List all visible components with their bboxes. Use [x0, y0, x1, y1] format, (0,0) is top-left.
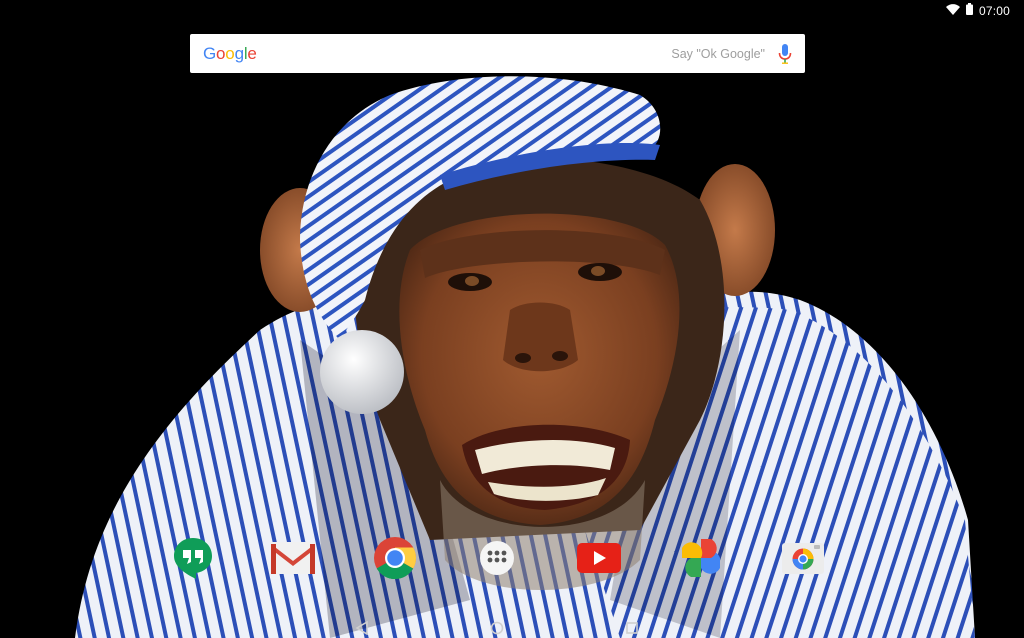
gmail-icon[interactable] — [270, 535, 316, 581]
google-search-bar[interactable]: Google Say "Ok Google" — [190, 34, 805, 73]
google-logo-letter: e — [247, 43, 257, 63]
recents-icon[interactable] — [624, 620, 640, 636]
battery-icon — [965, 2, 973, 20]
google-logo-letter: G — [203, 43, 217, 63]
home-icon[interactable] — [489, 620, 505, 636]
hangouts-icon[interactable] — [170, 535, 216, 581]
chrome-icon[interactable] — [372, 535, 418, 581]
google-logo-letter: o — [216, 43, 226, 63]
google-logo-letter: g — [234, 43, 244, 63]
camera-icon[interactable] — [780, 535, 826, 581]
google-photos-icon[interactable] — [678, 535, 724, 581]
status-clock: 07:00 — [978, 4, 1010, 18]
navigation-bar — [0, 616, 1024, 638]
back-icon[interactable] — [354, 620, 370, 636]
microphone-icon[interactable] — [777, 43, 793, 65]
app-dock — [170, 535, 830, 583]
voice-search-hint: Say "Ok Google" — [671, 46, 765, 61]
status-bar: 07:00 — [914, 0, 1024, 22]
app-drawer-icon[interactable] — [474, 535, 520, 581]
google-logo: Google — [203, 44, 257, 64]
google-logo-letter: o — [225, 43, 235, 63]
youtube-icon[interactable] — [576, 535, 622, 581]
wifi-icon — [945, 2, 960, 20]
